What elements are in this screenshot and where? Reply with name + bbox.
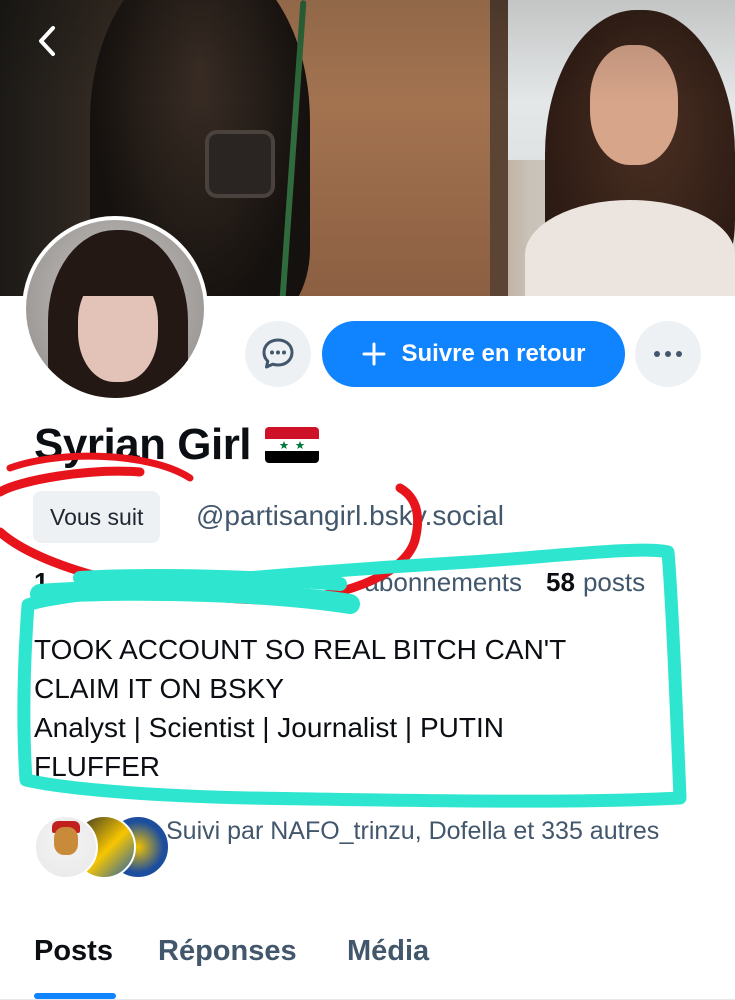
followed-by-text: Suivi par NAFO_trinzu, Dofella et 335 au… (166, 817, 660, 845)
profile-stats: 1 abonnements 58 posts (34, 567, 645, 598)
stats-hidden-segment (56, 567, 356, 598)
more-options-button[interactable] (635, 321, 701, 387)
profile-bio: TOOK ACCOUNT SO REAL BITCH CAN'T CLAIM I… (34, 634, 567, 782)
plus-icon (362, 342, 386, 366)
chat-bubble-icon (262, 338, 294, 369)
followers-count[interactable]: 1 (34, 567, 48, 598)
posts-label: posts (582, 567, 646, 597)
followed-by-row[interactable]: Suivi par NAFO_trinzu, Dofella et 335 au… (34, 815, 666, 879)
follows-you-label: Vous suit (50, 503, 144, 530)
posts-count: 58 (546, 567, 575, 597)
message-button[interactable] (245, 321, 311, 387)
back-button[interactable] (22, 16, 72, 66)
tab-posts[interactable]: Posts (34, 935, 113, 968)
profile-tabs: Posts Réponses Média (0, 925, 735, 1000)
ellipsis-icon (654, 351, 682, 357)
follows-you-badge: Vous suit (33, 491, 161, 543)
active-tab-indicator (34, 993, 116, 999)
display-name-row: Syrian Girl (34, 420, 320, 470)
profile-handle: @partisangirl.bsky.social (196, 500, 505, 531)
follow-back-label: Suivre en retour (401, 340, 586, 367)
tab-replies[interactable]: Réponses (158, 935, 297, 968)
tab-media[interactable]: Média (347, 935, 429, 968)
avatar-bangs (68, 256, 168, 296)
follow-back-button[interactable]: Suivre en retour (322, 321, 625, 387)
syria-flag-icon (265, 427, 320, 463)
display-name: Syrian Girl (34, 420, 252, 469)
avatar (34, 815, 98, 879)
following-label[interactable]: abonnements (364, 567, 522, 598)
chevron-left-icon (39, 26, 55, 56)
follower-avatars (34, 815, 170, 879)
avatar[interactable] (22, 216, 208, 402)
